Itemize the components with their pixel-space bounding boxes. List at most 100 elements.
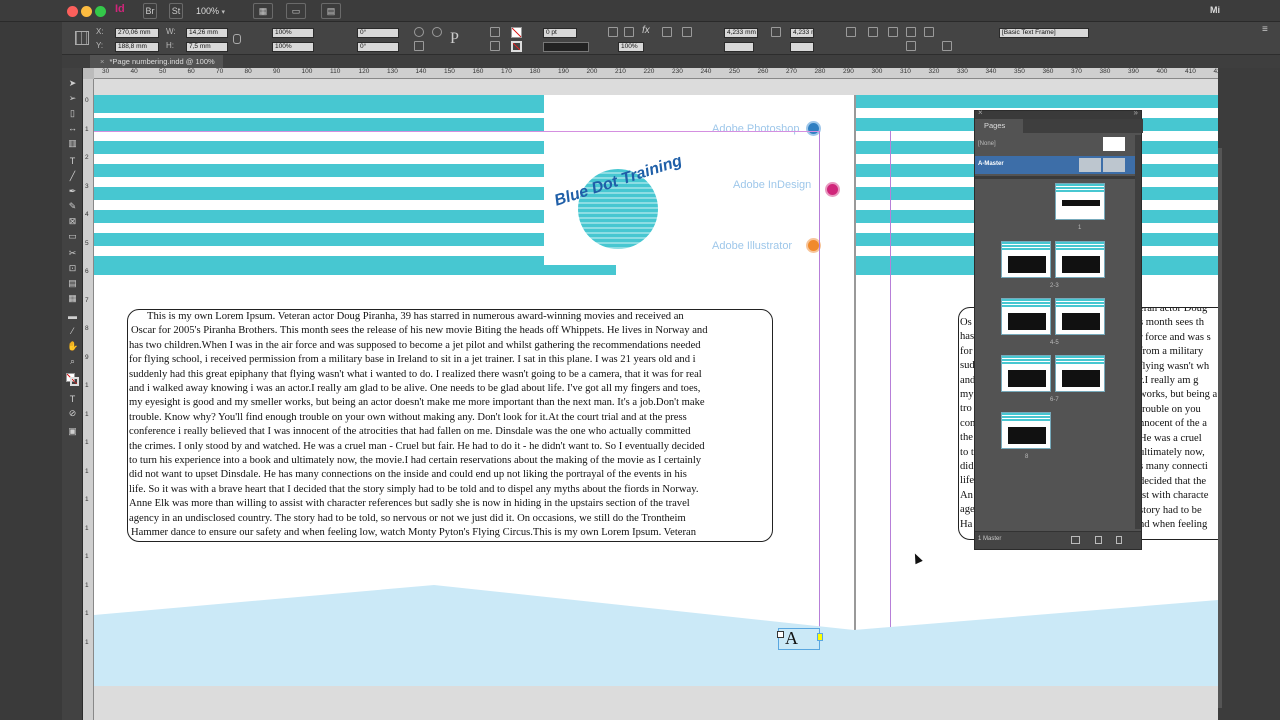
type-tool-icon[interactable]: T [67, 156, 78, 166]
opacity-field[interactable]: 100% [618, 42, 644, 52]
eyedropper-tool-icon[interactable]: ⁄ [67, 326, 78, 336]
distribute-spacing-icon[interactable] [906, 41, 916, 51]
rectangle-tool-icon[interactable]: ▭ [67, 231, 78, 241]
body-text-frame[interactable]: This is my own Lorem Ipsum. Veteran acto… [127, 309, 773, 542]
y-position-field[interactable]: 188,8 mm [115, 42, 159, 52]
gap-tool-icon[interactable]: ↔ [67, 123, 78, 133]
page-thumbnail[interactable] [1055, 241, 1105, 278]
body-text-line-right-start: has [960, 331, 975, 343]
page-thumbnail[interactable] [1001, 412, 1051, 449]
page-thumbnail[interactable] [1055, 298, 1105, 335]
view-options-button[interactable]: ▦ [253, 3, 273, 19]
stroke-weight-field[interactable]: 0 pt [543, 28, 577, 38]
rotate-90-ccw-icon[interactable] [432, 27, 442, 37]
object-style-dropdown[interactable]: [Basic Text Frame] [999, 28, 1089, 38]
flip-horizontal-icon[interactable] [414, 41, 424, 51]
stock-button[interactable]: St [169, 3, 183, 19]
note-tool-icon[interactable]: ▬ [67, 311, 78, 321]
bridge-button[interactable]: Br [143, 3, 157, 19]
content-collector-icon[interactable]: ▥ [67, 138, 78, 148]
collapse-panel-icon[interactable]: » [1134, 108, 1138, 117]
zoom-tool-icon[interactable]: ⌕ [67, 356, 78, 366]
page-tool-icon[interactable]: ▯ [67, 108, 78, 118]
gutter-field[interactable]: 4,233 mm [790, 28, 814, 38]
new-page-icon[interactable] [1095, 536, 1102, 544]
corner-options-icon[interactable] [608, 27, 618, 37]
fill-stroke-swatches-icon[interactable] [66, 373, 79, 386]
align-centers-icon[interactable] [868, 27, 878, 37]
stroke-type-dropdown[interactable] [543, 42, 589, 52]
columns-dropdown[interactable] [724, 42, 754, 52]
constrain-proportions-icon[interactable] [233, 34, 241, 44]
page-thumbnail[interactable] [1055, 183, 1105, 220]
vertical-ruler[interactable]: 0 1 2 3 4 5 6 7 8 9 1 1 1 1 1 1 1 1 1 1 [83, 79, 94, 720]
vertical-scrollbar[interactable] [1218, 68, 1280, 720]
pencil-tool-icon[interactable]: ✎ [67, 201, 78, 211]
pages-tab[interactable]: Pages [975, 119, 1023, 133]
rotate-90-cw-icon[interactable] [414, 27, 424, 37]
free-transform-tool-icon[interactable]: ⊡ [67, 263, 78, 273]
line-tool-icon[interactable]: ╱ [67, 171, 78, 181]
hand-tool-icon[interactable]: ✋ [67, 341, 78, 351]
close-tab-icon[interactable]: × [100, 57, 104, 66]
page-number-frame[interactable]: A [777, 628, 823, 650]
rectangle-frame-tool-icon[interactable]: ⊠ [67, 216, 78, 226]
gradient-feather-tool-icon[interactable]: ▦ [67, 293, 78, 303]
page-thumbnail[interactable] [1055, 355, 1105, 392]
page-thumbnail[interactable] [1001, 241, 1051, 278]
selection-tool-icon[interactable]: ➤ [67, 78, 78, 88]
rotation-angle-field[interactable]: 0° [357, 28, 399, 38]
scroll-thumb[interactable] [1218, 148, 1222, 708]
tab-page-numbering[interactable]: × *Page numbering.indd @ 100% [90, 55, 223, 68]
scale-x-field[interactable]: 100% [272, 28, 314, 38]
select-container-icon[interactable] [490, 27, 500, 37]
formatting-affects-text-icon[interactable]: T [67, 394, 78, 404]
screen-mode-button[interactable]: ▭ [286, 3, 306, 19]
fill-swatch-icon[interactable] [511, 27, 522, 38]
none-master-row[interactable]: [None] [975, 135, 1135, 155]
horizontal-ruler[interactable]: 30 40 50 60 70 80 90 100 110 120 130 140 150 160 170 18… [94, 68, 1218, 79]
align-top-icon[interactable] [682, 27, 692, 37]
clear-overrides-icon[interactable] [942, 41, 952, 51]
shear-angle-field[interactable]: 0° [357, 42, 399, 52]
delete-page-icon[interactable] [1116, 536, 1122, 544]
page-thumbnail[interactable] [1001, 355, 1051, 392]
reference-point-icon[interactable] [75, 31, 89, 45]
minimize-window-button[interactable] [81, 6, 92, 17]
height-field[interactable]: 7,5 mm [186, 42, 228, 52]
x-position-field[interactable]: 270,06 mm [115, 28, 159, 38]
text-frame-options-icon[interactable] [662, 27, 672, 37]
scale-y-field[interactable]: 100% [272, 42, 314, 52]
auto-size-dropdown[interactable] [790, 42, 814, 52]
fx-icon[interactable]: fx [642, 25, 650, 36]
gradient-swatch-tool-icon[interactable]: ▤ [67, 278, 78, 288]
scissors-tool-icon[interactable]: ✂ [67, 248, 78, 258]
drop-shadow-icon[interactable] [624, 27, 634, 37]
pen-tool-icon[interactable]: ✒ [67, 186, 78, 196]
width-field[interactable]: 14,26 mm [186, 28, 228, 38]
zoom-window-button[interactable] [95, 6, 106, 17]
column-gutter-field[interactable]: 4,233 mm [724, 28, 758, 38]
direct-selection-tool-icon[interactable]: ➢ [67, 93, 78, 103]
arrange-documents-button[interactable]: ▤ [321, 3, 341, 19]
v-ruler-tick: 1 [85, 410, 89, 418]
panel-menu-icon[interactable]: ≡ [1262, 24, 1268, 35]
align-right-edges-icon[interactable] [888, 27, 898, 37]
screen-mode-icon[interactable]: ▣ [67, 426, 78, 436]
stroke-swatch-icon[interactable] [511, 41, 522, 52]
edit-page-size-icon[interactable] [1071, 536, 1080, 544]
distribute-icon[interactable] [906, 27, 916, 37]
out-port-icon[interactable] [817, 633, 823, 641]
column-grid-icon[interactable] [771, 27, 781, 37]
ruler-origin[interactable] [83, 68, 94, 79]
align-left-edges-icon[interactable] [846, 27, 856, 37]
apply-none-icon[interactable]: ⊘ [67, 408, 78, 418]
a-master-row[interactable]: A-Master [975, 156, 1135, 174]
zoom-level-dropdown[interactable]: 100% ▾ [196, 4, 236, 18]
page-thumbnail[interactable] [1001, 298, 1051, 335]
close-window-button[interactable] [67, 6, 78, 17]
style-quick-apply-icon[interactable] [924, 27, 934, 37]
select-content-icon[interactable] [490, 41, 500, 51]
panel-scrollbar[interactable] [1135, 135, 1141, 529]
close-panel-icon[interactable]: × [978, 108, 983, 117]
